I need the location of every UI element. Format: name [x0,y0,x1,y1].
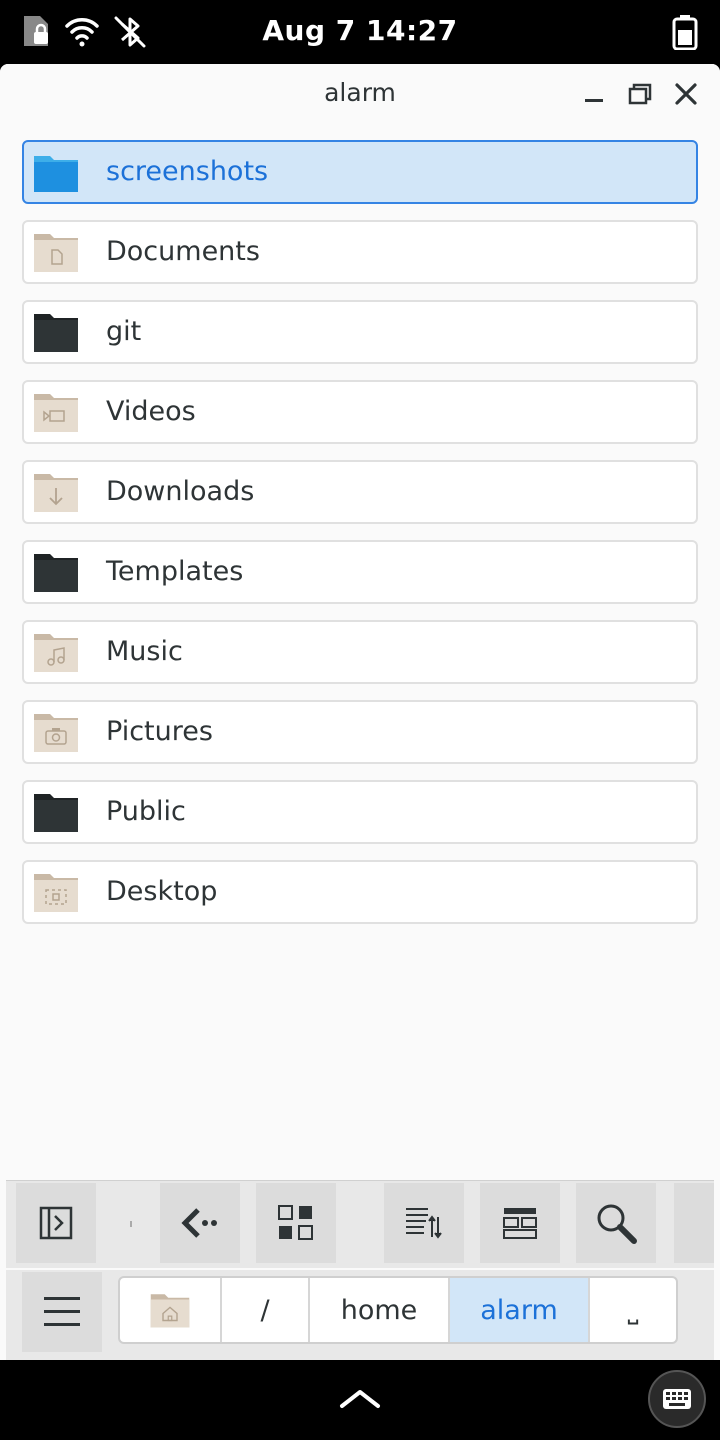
list-item-music[interactable]: Music [22,620,698,684]
list-item-public[interactable]: Public [22,780,698,844]
list-view-icon [503,1208,537,1239]
action-toolbar [6,1180,714,1268]
list-item-git[interactable]: git [22,300,698,364]
breadcrumb: / home alarm ⎵ [118,1276,678,1344]
crumb-home-folder[interactable] [120,1278,222,1342]
sidebar-toggle-button[interactable] [16,1183,96,1263]
folder-music-icon [34,634,78,672]
status-bar: Aug 7 14:27 [0,0,720,64]
file-name: Desktop [106,876,218,907]
file-name: Templates [106,556,244,587]
crumb-alarm[interactable]: alarm [450,1278,590,1342]
file-list: screenshots Documents git Videos Downloa… [6,124,714,1178]
path-bar: / home alarm ⎵ [6,1270,714,1360]
close-button[interactable] [668,76,704,112]
maximize-icon [628,83,652,105]
file-name: Music [106,636,183,667]
grid-view-button[interactable] [256,1183,336,1263]
folder-documents-icon [34,234,78,272]
crumb-home[interactable]: home [310,1278,450,1342]
list-item-screenshots[interactable]: screenshots [22,140,698,204]
list-item-pictures[interactable]: Pictures [22,700,698,764]
file-name: screenshots [106,156,269,187]
list-item-desktop[interactable]: Desktop [22,860,698,924]
file-name: Videos [106,396,196,427]
keyboard-toggle-button[interactable] [648,1370,706,1428]
file-name: Documents [106,236,260,267]
toolbar-overflow[interactable] [674,1183,714,1263]
separator [130,1221,132,1227]
maximize-button[interactable] [622,76,658,112]
folder-download-icon [34,474,78,512]
crumb-next[interactable]: ⎵ [590,1278,676,1342]
home-folder-icon [150,1294,190,1328]
minimize-button[interactable] [576,76,612,112]
keyboard-icon [663,1389,691,1409]
window-title: alarm [324,78,396,107]
navigation-bar [0,1360,720,1440]
list-view-button[interactable] [480,1183,560,1263]
battery-icon [672,15,698,50]
folder-dark-icon [34,314,78,352]
list-item-videos[interactable]: Videos [22,380,698,444]
list-item-downloads[interactable]: Downloads [22,460,698,524]
grid-view-icon [278,1205,313,1240]
sidebar-toggle-icon [39,1206,73,1240]
clock: Aug 7 14:27 [262,14,458,47]
chevron-up-icon[interactable] [338,1386,382,1410]
back-icon [181,1208,217,1238]
folder-blue-icon [34,156,78,192]
sort-icon [406,1208,442,1239]
folder-videos-icon [34,394,78,432]
list-item-documents[interactable]: Documents [22,220,698,284]
folder-desktop-icon [34,874,78,912]
file-name: git [106,316,142,347]
search-icon [597,1204,637,1244]
file-name: Public [106,796,186,827]
back-button[interactable] [160,1183,240,1263]
search-button[interactable] [576,1183,656,1263]
folder-pictures-icon [34,714,78,752]
minimize-icon [585,99,603,102]
file-name: Downloads [106,476,255,507]
file-manager-window: alarm screenshots Documents git Videos D… [0,64,720,1360]
list-item-templates[interactable]: Templates [22,540,698,604]
title-bar: alarm [0,64,720,124]
folder-dark-icon [34,554,78,592]
close-icon [675,83,697,105]
hamburger-menu-icon [44,1297,80,1326]
file-name: Pictures [106,716,213,747]
crumb-root[interactable]: / [222,1278,310,1342]
menu-button[interactable] [22,1272,102,1352]
sort-button[interactable] [384,1183,464,1263]
folder-dark-icon [34,794,78,832]
